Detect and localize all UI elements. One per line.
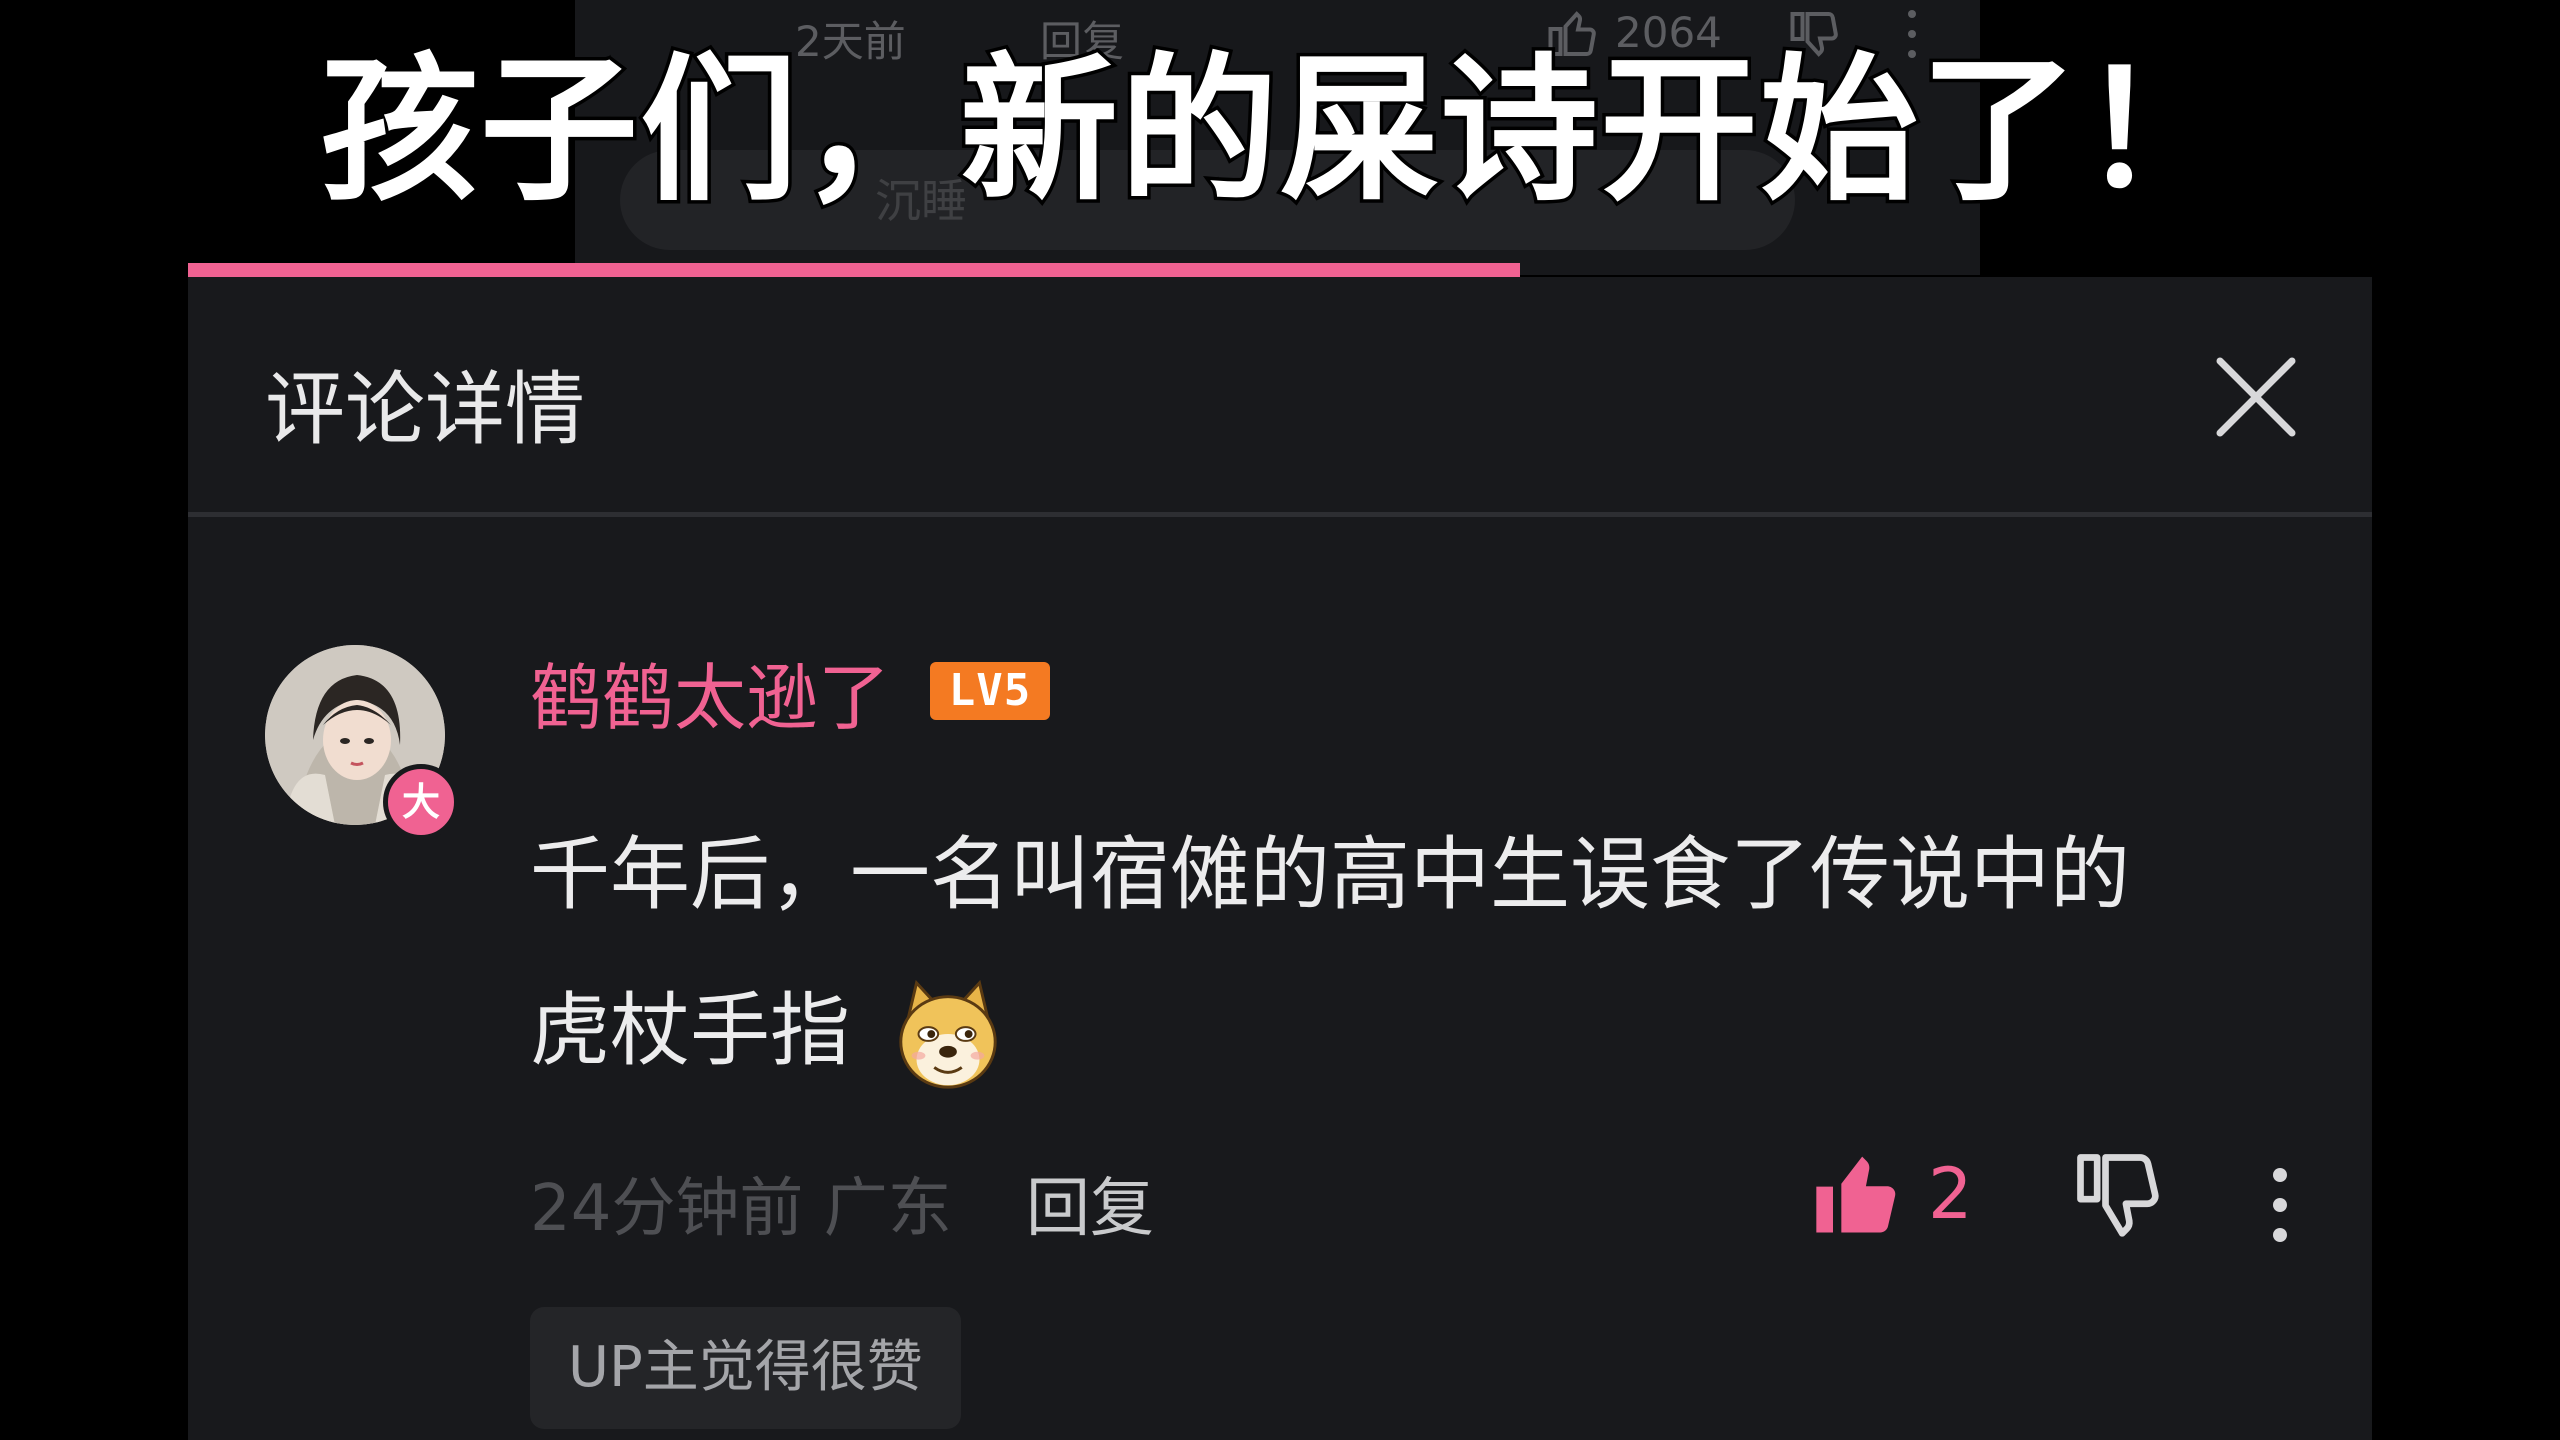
close-icon[interactable]: [2206, 347, 2306, 447]
level-badge: LV5: [930, 662, 1050, 720]
comment-time-location: 24分钟前 广东: [530, 1172, 952, 1246]
panel-title: 评论详情: [265, 363, 585, 456]
comment-text: 千年后，一名叫宿傩的高中生误食了传说中的 虎杖手指: [530, 797, 2310, 1109]
thumb-up-icon[interactable]: [1808, 1145, 1908, 1245]
comment-text-line2-wrap: 虎杖手指: [530, 953, 2310, 1109]
like-count: 2: [1928, 1153, 1973, 1235]
video-caption: 孩子们，新的屎诗开始了！: [317, 39, 2242, 223]
reply-button[interactable]: 回复: [1026, 1157, 1154, 1249]
comment-text-line1: 千年后，一名叫宿傩的高中生误食了传说中的: [530, 828, 2130, 921]
thumb-down-icon[interactable]: [2068, 1145, 2168, 1245]
comment-text-line2: 虎杖手指: [530, 984, 850, 1077]
video-progress-bar[interactable]: [188, 263, 1520, 277]
comment-detail-panel: 评论详情 大 鹤鹤太逊了 LV5 千年后，一名叫宿傩的高中生误食了传说中的 虎杖…: [188, 277, 2372, 1440]
comment-username[interactable]: 鹤鹤太逊了: [530, 639, 890, 744]
more-options-icon[interactable]: [2268, 1165, 2292, 1245]
up-liked-tag: UP主觉得很赞: [530, 1307, 961, 1429]
doge-emoji-icon: [899, 979, 998, 1089]
panel-divider: [188, 512, 2372, 517]
avatar-vip-badge: 大: [383, 764, 459, 840]
